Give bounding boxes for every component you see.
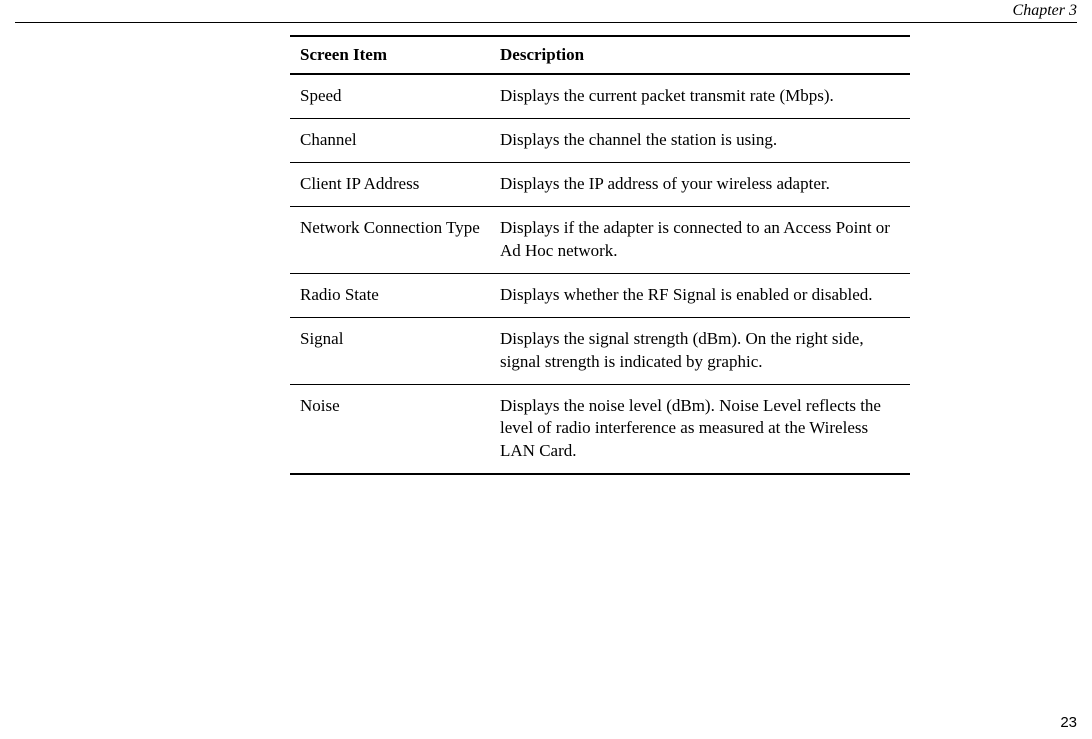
table-row: Channel Displays the channel the station… [290, 118, 910, 162]
cell-desc: Displays the channel the station is usin… [490, 118, 910, 162]
table-row: Noise Displays the noise level (dBm). No… [290, 384, 910, 474]
table-row: Radio State Displays whether the RF Sign… [290, 273, 910, 317]
cell-desc: Displays whether the RF Signal is enable… [490, 273, 910, 317]
cell-item: Speed [290, 74, 490, 118]
table-row: Client IP Address Displays the IP addres… [290, 162, 910, 206]
cell-desc: Displays if the adapter is connected to … [490, 206, 910, 273]
content-area: Screen Item Description Speed Displays t… [290, 35, 910, 475]
cell-item: Signal [290, 317, 490, 384]
table-row: Speed Displays the current packet transm… [290, 74, 910, 118]
table-header-row: Screen Item Description [290, 36, 910, 74]
cell-item: Client IP Address [290, 162, 490, 206]
table-row: Signal Displays the signal strength (dBm… [290, 317, 910, 384]
cell-desc: Displays the noise level (dBm). Noise Le… [490, 384, 910, 474]
cell-desc: Displays the current packet transmit rat… [490, 74, 910, 118]
definition-table: Screen Item Description Speed Displays t… [290, 35, 910, 475]
cell-item: Noise [290, 384, 490, 474]
cell-desc: Displays the IP address of your wireless… [490, 162, 910, 206]
cell-item: Channel [290, 118, 490, 162]
header-screen-item: Screen Item [290, 36, 490, 74]
header-rule [15, 22, 1077, 23]
cell-item: Radio State [290, 273, 490, 317]
header-description: Description [490, 36, 910, 74]
chapter-header: Chapter 3 [1013, 2, 1077, 20]
table-row: Network Connection Type Displays if the … [290, 206, 910, 273]
cell-item: Network Connection Type [290, 206, 490, 273]
page-number: 23 [1060, 714, 1077, 731]
cell-desc: Displays the signal strength (dBm). On t… [490, 317, 910, 384]
